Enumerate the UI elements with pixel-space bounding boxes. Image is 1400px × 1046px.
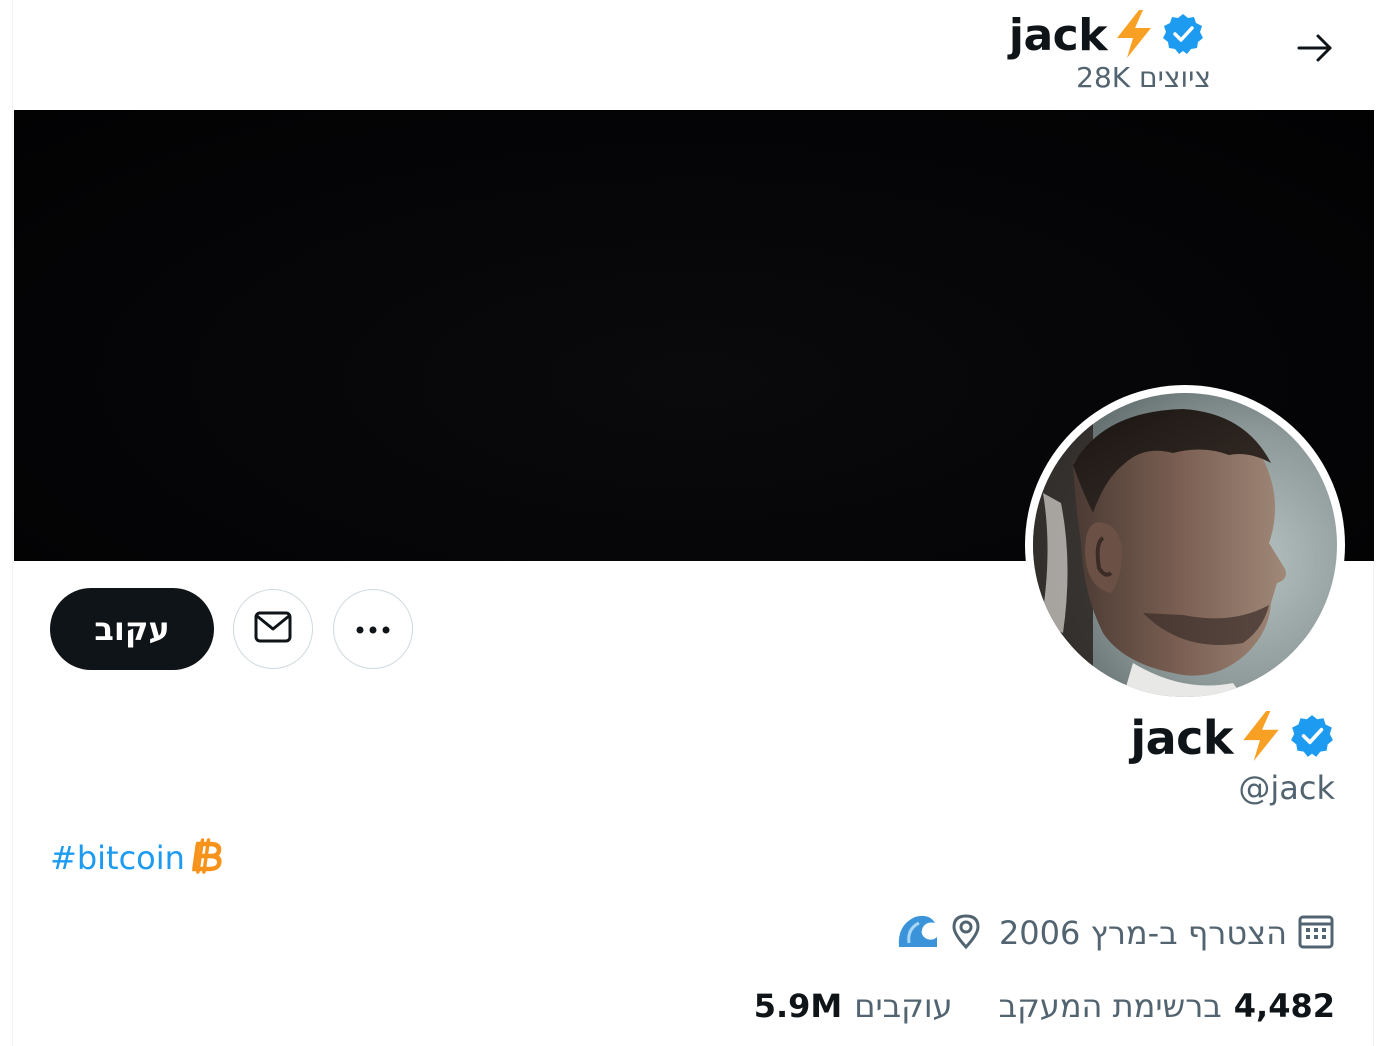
following-count: 4,482	[1233, 987, 1335, 1025]
header-name-row: jack	[1009, 8, 1205, 64]
followers-label: עוקבים	[854, 987, 953, 1025]
profile-name-row: jack	[1130, 708, 1335, 768]
profile-header: jack ציוצים 28K	[13, 0, 1375, 110]
more-dots-icon	[355, 620, 391, 639]
followers-link[interactable]: עוקבים 5.9M	[754, 987, 953, 1025]
user-handle: @jack	[1238, 769, 1335, 807]
verified-badge-icon[interactable]	[1289, 713, 1335, 763]
lightning-emoji-icon	[1235, 708, 1287, 768]
wave-emoji-icon	[895, 911, 939, 955]
joined-date-text: הצטרף ב-מרץ 2006	[998, 914, 1287, 952]
display-name: jack	[1130, 711, 1233, 765]
location-pin-icon	[949, 912, 983, 954]
calendar-icon	[1297, 912, 1335, 954]
arrow-right-icon	[1295, 28, 1335, 72]
lightning-emoji-icon	[1109, 8, 1159, 64]
follow-stats: 4,482 ברשימת המעקב עוקבים 5.9M	[754, 984, 1335, 1028]
following-link[interactable]: 4,482 ברשימת המעקב	[999, 987, 1335, 1025]
verified-badge-icon	[1161, 12, 1205, 60]
joined-date: הצטרף ב-מרץ 2006	[999, 911, 1335, 955]
location	[895, 911, 983, 955]
back-button[interactable]	[1293, 28, 1337, 72]
bio-hashtag-link[interactable]: #bitcoin	[50, 836, 185, 880]
message-button[interactable]	[233, 589, 313, 669]
followers-count: 5.9M	[753, 987, 843, 1025]
header-post-count: ציוצים 28K	[1076, 61, 1211, 94]
envelope-icon	[253, 609, 293, 649]
following-label: ברשימת המעקב	[998, 987, 1222, 1025]
bio: #bitcoin	[50, 836, 225, 880]
follow-button[interactable]: עקוב	[50, 588, 214, 670]
bitcoin-icon	[191, 836, 225, 880]
profile-meta-row: הצטרף ב-מרץ 2006	[895, 908, 1335, 958]
avatar-photo	[1033, 393, 1337, 697]
header-display-name: jack	[1008, 10, 1108, 61]
profile-frame: jack ציוצים 28K עקוב jack @jack #bitcoin…	[12, 0, 1375, 1046]
avatar[interactable]	[1025, 385, 1345, 705]
more-button[interactable]	[333, 589, 413, 669]
